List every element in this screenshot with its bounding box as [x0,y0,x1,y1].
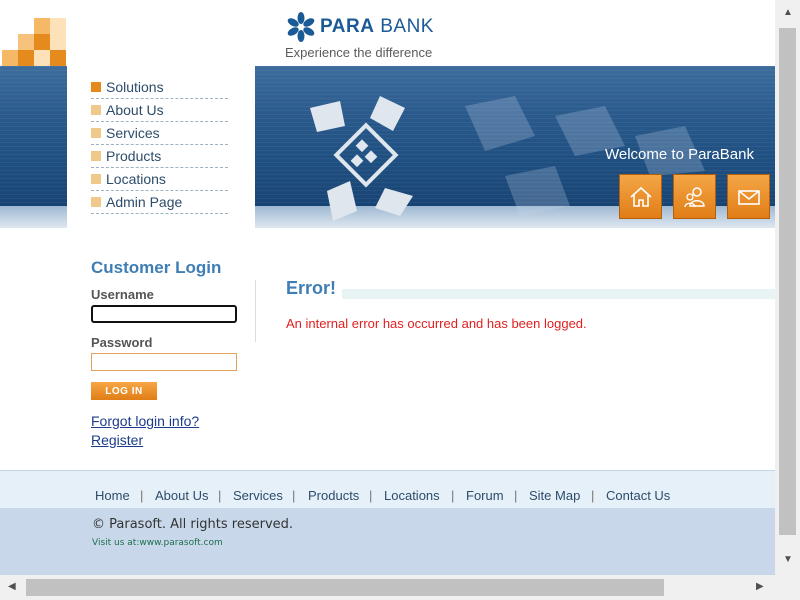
contact-people-icon [683,186,705,207]
copyright-text: © Parasoft. All rights reserved. [92,517,294,532]
nav-item-products[interactable]: Products [91,145,228,168]
footer-link-about-us[interactable]: About Us [155,488,208,503]
footer-link-home[interactable]: Home [95,488,130,503]
page-viewport: PARA BANK Experience the difference Welc… [0,0,775,575]
scroll-down-arrow-icon[interactable]: ▼ [783,555,793,565]
password-label: Password [91,335,153,350]
login-button[interactable]: LOG IN [91,382,157,400]
nav-item-solutions[interactable]: Solutions [91,76,228,99]
footer-link-forum[interactable]: Forum [466,488,504,503]
scroll-up-arrow-icon[interactable]: ▲ [783,8,793,18]
horizontal-scrollbar[interactable]: ◀ ▶ [0,575,775,600]
footer-nav: Home | About Us | Services | Products | … [0,470,775,508]
vertical-scroll-thumb[interactable] [779,28,796,535]
scroll-right-arrow-icon[interactable]: ▶ [756,582,764,592]
welcome-text: Welcome to ParaBank [605,146,754,163]
scrollbar-corner [775,575,800,600]
nav-item-admin-page[interactable]: Admin Page [91,191,228,214]
footer-bottom: © Parasoft. All rights reserved. Visit u… [0,508,775,575]
customer-login-title: Customer Login [91,258,222,277]
footer-link-locations[interactable]: Locations [384,488,440,503]
home-button[interactable] [619,174,662,219]
home-icon [629,186,652,207]
footer-separator: | [451,488,455,503]
forgot-login-link[interactable]: Forgot login info? [91,413,199,429]
footer-separator: | [218,488,222,503]
footer-link-contact-us[interactable]: Contact Us [606,488,670,503]
footer-link-services[interactable]: Services [233,488,283,503]
footer-separator: | [140,488,144,503]
register-link[interactable]: Register [91,432,143,448]
username-label: Username [91,287,154,302]
about-button[interactable] [673,174,716,219]
title-underline-bar [342,289,775,299]
footer-separator: | [514,488,518,503]
bullet-square-icon [91,174,101,184]
horizontal-scroll-thumb[interactable] [26,579,664,596]
tagline: Experience the difference [285,45,433,60]
footer-separator: | [292,488,296,503]
password-input[interactable] [91,353,237,371]
footer-link-products[interactable]: Products [308,488,359,503]
scroll-left-arrow-icon[interactable]: ◀ [8,582,16,592]
bullet-square-icon [91,105,101,115]
footer-separator: | [591,488,595,503]
error-message: An internal error has occurred and has b… [286,316,587,331]
contact-button[interactable] [727,174,770,219]
bullet-square-icon [91,82,101,92]
bullet-square-icon [91,197,101,207]
visit-parasoft-link[interactable]: Visit us at:www.parasoft.com [92,538,223,548]
nav-item-services[interactable]: Services [91,122,228,145]
left-sidebar: Solutions About Us Services Products Loc… [67,66,255,246]
error-title: Error! [286,278,337,298]
envelope-icon [737,189,760,205]
bullet-square-icon [91,151,101,161]
footer-link-site-map[interactable]: Site Map [529,488,580,503]
vertical-scrollbar[interactable]: ▲ ▼ [775,0,800,575]
nav-menu: Solutions About Us Services Products Loc… [91,76,228,214]
nav-item-locations[interactable]: Locations [91,168,228,191]
parabank-flower-icon [287,12,315,42]
nav-item-about-us[interactable]: About Us [91,99,228,122]
decorative-blocks [0,0,70,66]
username-input[interactable] [91,305,237,323]
parabank-logo[interactable]: PARA BANK [286,12,434,42]
column-divider [255,280,256,342]
brand-name: PARA BANK [320,16,434,37]
footer-separator: | [369,488,373,503]
bullet-square-icon [91,128,101,138]
